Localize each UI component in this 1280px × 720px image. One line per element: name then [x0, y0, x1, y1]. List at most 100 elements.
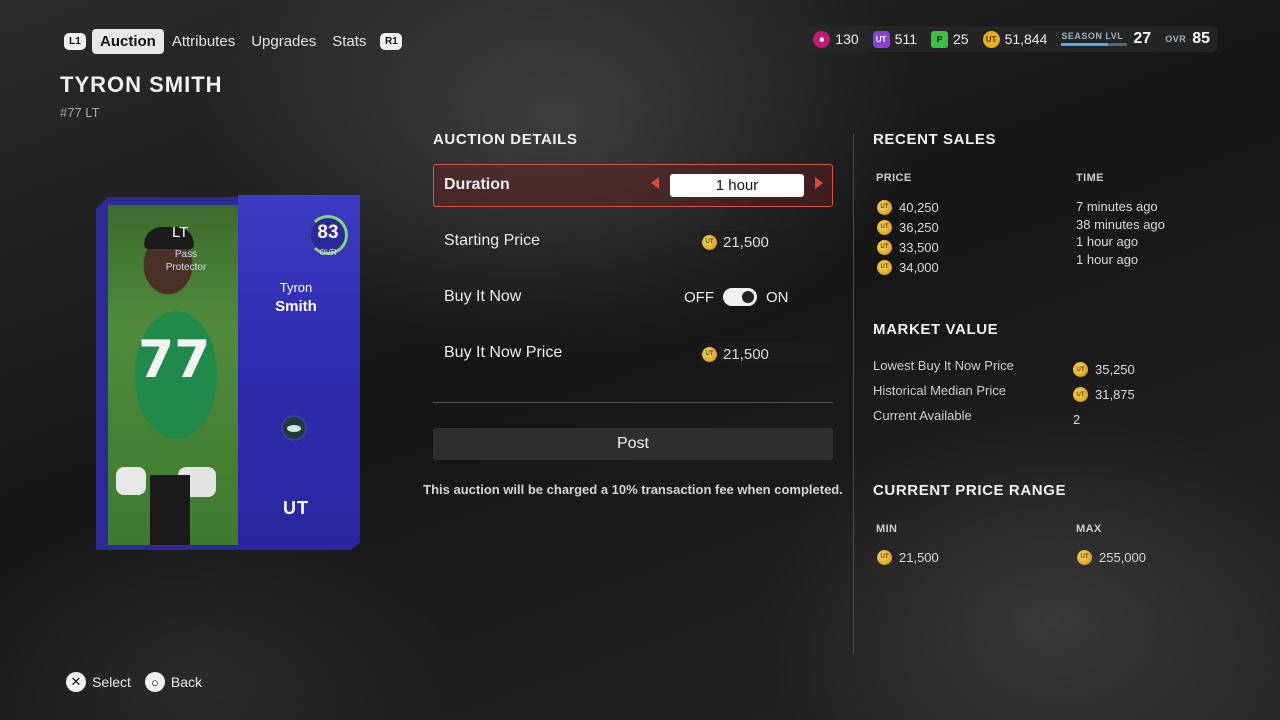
select-label: Select	[92, 674, 131, 690]
sale-price: 36,250	[899, 219, 939, 235]
min-price-value: 21,500	[899, 549, 939, 565]
min-header: MIN	[876, 523, 898, 535]
tab-upgrades[interactable]: Upgrades	[243, 29, 324, 54]
market-value-labels: Lowest Buy It Now Price Historical Media…	[873, 358, 1014, 433]
currency-coins: UT 51,844	[982, 30, 1048, 48]
buy-it-now-label: Buy It Now	[444, 288, 522, 305]
currency-bar: ■ 130 UT 511 P 25 UT 51,844 SEASON LVL 2…	[805, 26, 1218, 52]
buy-it-now-toggle[interactable]	[723, 288, 757, 306]
season-level: SEASON LVL 27 OVR 85	[1061, 30, 1210, 48]
tab-attributes[interactable]: Attributes	[164, 29, 243, 54]
current-available-value: 2	[1073, 407, 1135, 432]
season-progress-bar	[1061, 43, 1128, 46]
sale-price-row: UT 34,000	[877, 257, 939, 277]
currency-p: P 25	[930, 30, 969, 48]
card-ovr-label: OVR	[319, 248, 337, 257]
lowest-bin-label: Lowest Buy It Now Price	[873, 358, 1014, 373]
coin-icon: UT	[1077, 549, 1092, 565]
sale-price: 40,250	[899, 199, 939, 215]
coin-icon: UT	[877, 259, 892, 275]
circle-button-icon: ○	[144, 672, 165, 692]
coin-icon: UT	[877, 549, 892, 565]
top-nav: L1 Auction Attributes Upgrades Stats R1	[58, 27, 408, 55]
ovr-label: OVR	[1165, 33, 1187, 44]
max-header: MAX	[1076, 523, 1102, 535]
recent-sales-title: RECENT SALES	[873, 131, 997, 148]
recent-sales-prices: UT 40,250 UT 36,250 UT 33,500 UT 34,000	[877, 197, 939, 277]
lowest-bin-value: UT 35,250	[1073, 357, 1135, 382]
toggle-off-label: OFF	[684, 288, 714, 306]
buy-it-now-price-label: Buy It Now Price	[444, 344, 563, 361]
team-logo-icon	[281, 415, 307, 441]
card-ovr: 83	[317, 222, 339, 243]
currency-value: 511	[894, 31, 917, 47]
sale-time: 7 minutes ago	[1076, 199, 1158, 214]
l1-bumper-icon[interactable]: L1	[64, 32, 86, 50]
footer-controls: ✕ Select ○ Back	[66, 672, 202, 692]
recent-sales-times: 7 minutes ago 38 minutes ago 1 hour ago …	[1076, 199, 1165, 269]
tab-stats[interactable]: Stats	[324, 29, 374, 54]
p-points-icon: P	[930, 30, 948, 48]
player-number-position: #77 LT	[60, 105, 100, 120]
season-level-value: 27	[1133, 30, 1152, 47]
max-price-value: 255,000	[1099, 549, 1146, 565]
market-value-values: UT 35,250 UT 31,875 2	[1073, 357, 1135, 432]
divider	[433, 402, 833, 403]
training-points-icon: ■	[813, 30, 831, 48]
post-button[interactable]: Post	[433, 428, 833, 460]
sale-time: 38 minutes ago	[1076, 216, 1165, 232]
coin-icon: UT	[877, 239, 892, 255]
historical-median-amount: 31,875	[1095, 387, 1135, 402]
buy-it-now-toggle-group: OFF ON	[684, 288, 789, 306]
tab-auction[interactable]: Auction	[92, 28, 164, 54]
card-first-name: Tyron	[279, 280, 313, 295]
lowest-bin-amount: 35,250	[1095, 362, 1135, 377]
back-hint[interactable]: ○ Back	[144, 672, 203, 692]
currency-value: 51,844	[1004, 31, 1048, 47]
select-hint[interactable]: ✕ Select	[66, 672, 131, 692]
max-price: UT 255,000	[1077, 547, 1146, 567]
coin-icon: UT	[702, 234, 717, 250]
card-archetype-line1: Pass	[174, 249, 198, 260]
card-brand-logo: UT	[283, 498, 309, 518]
cross-button-icon: ✕	[66, 672, 86, 692]
coin-icon: UT	[1073, 362, 1088, 377]
starting-price-label: Starting Price	[444, 232, 541, 249]
sale-price-row: UT 33,500	[877, 237, 939, 257]
jersey-number: 77	[138, 330, 211, 390]
coin-icon: UT	[877, 219, 892, 235]
price-range-title: CURRENT PRICE RANGE	[873, 482, 1067, 499]
transaction-fee-note: This auction will be charged a 10% trans…	[423, 482, 843, 497]
buy-it-now-price-field[interactable]: UT 21,500	[700, 343, 832, 365]
duration-value[interactable]: 1 hour	[670, 174, 804, 197]
r1-bumper-icon[interactable]: R1	[380, 32, 403, 50]
card-archetype: Pass Protector	[156, 248, 216, 274]
current-available-label: Current Available	[873, 408, 972, 423]
auction-details-title: AUCTION DETAILS	[433, 131, 578, 148]
historical-median-value: UT 31,875	[1073, 382, 1135, 407]
team-ovr-value: 85	[1192, 30, 1210, 47]
buy-it-now-price-value: 21,500	[723, 345, 769, 363]
historical-median-label: Historical Median Price	[873, 383, 1006, 398]
arrow-right-icon[interactable]	[815, 177, 823, 189]
back-label: Back	[170, 674, 203, 690]
coin-icon: UT	[702, 346, 717, 362]
price-header: PRICE	[876, 172, 912, 184]
card-position: LT	[172, 224, 189, 241]
sale-price-row: UT 40,250	[877, 197, 939, 217]
ut-points-icon: UT	[872, 30, 890, 48]
sale-time: 1 hour ago	[1076, 234, 1139, 249]
current-available-amount: 2	[1073, 412, 1081, 427]
starting-price-field[interactable]: UT 21,500	[700, 231, 832, 253]
toggle-on-label: ON	[766, 288, 789, 306]
coin-icon: UT	[1073, 387, 1088, 402]
season-label: SEASON LVL	[1061, 31, 1124, 41]
arrow-left-icon[interactable]	[651, 177, 659, 189]
starting-price-value: 21,500	[723, 233, 769, 251]
coin-icon: UT	[877, 199, 892, 215]
toggle-knob	[742, 291, 754, 303]
currency-value: 25	[952, 31, 969, 47]
player-name: TYRON SMITH	[60, 72, 223, 97]
sale-price: 34,000	[899, 259, 939, 275]
time-header: TIME	[1076, 172, 1104, 184]
